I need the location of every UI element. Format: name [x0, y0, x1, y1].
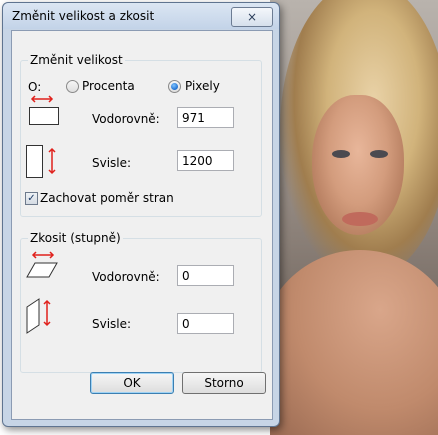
- skew-group: Zkosit (stupně) Vodorovně: Svisle:: [20, 231, 262, 373]
- radio-pixels-label[interactable]: Pixely: [185, 79, 220, 93]
- horizontal-resize-icon: [29, 95, 59, 125]
- photo-eye-left: [332, 150, 350, 158]
- resize-by-label: O:: [28, 80, 42, 94]
- close-button[interactable]: ×: [231, 7, 273, 27]
- vertical-skew-icon: [26, 298, 51, 334]
- horizontal-skew-icon: [26, 251, 58, 278]
- resize-skew-dialog: Změnit velikost a zkosit × Změnit veliko…: [2, 2, 280, 427]
- radio-percent-label[interactable]: Procenta: [82, 79, 135, 93]
- photo-lips: [342, 212, 378, 226]
- keep-aspect-checkbox[interactable]: ✓: [25, 192, 38, 205]
- resize-horizontal-input[interactable]: [177, 107, 234, 128]
- resize-vertical-label: Svisle:: [92, 156, 132, 170]
- title-bar[interactable]: Změnit velikost a zkosit ×: [3, 3, 279, 29]
- background-photo: [270, 0, 438, 435]
- keep-aspect-label[interactable]: Zachovat poměr stran: [40, 191, 174, 205]
- skew-group-label: Zkosit (stupně): [28, 231, 123, 245]
- dialog-client-area: Změnit velikost O: Procenta Pixely Vodor…: [11, 30, 273, 420]
- close-icon: ×: [246, 10, 258, 24]
- cancel-button-label: Storno: [204, 376, 244, 390]
- resize-vertical-input[interactable]: [177, 150, 234, 171]
- radio-pixels[interactable]: [168, 80, 181, 93]
- skew-horizontal-input[interactable]: [177, 265, 234, 286]
- cancel-button[interactable]: Storno: [182, 372, 266, 394]
- dialog-title: Změnit velikost a zkosit: [12, 9, 155, 23]
- photo-eye-right: [370, 150, 388, 158]
- skew-horizontal-label: Vodorovně:: [92, 270, 160, 284]
- resize-horizontal-label: Vodorovně:: [92, 112, 160, 126]
- ok-button-label: OK: [123, 376, 141, 390]
- photo-shoulder: [270, 250, 438, 435]
- vertical-resize-icon: [26, 145, 56, 178]
- resize-group-label: Změnit velikost: [28, 53, 125, 67]
- radio-percent[interactable]: [66, 80, 79, 93]
- skew-vertical-input[interactable]: [177, 313, 234, 334]
- ok-button[interactable]: OK: [90, 372, 174, 394]
- skew-vertical-label: Svisle:: [92, 317, 132, 331]
- resize-group: Změnit velikost O: Procenta Pixely Vodor…: [20, 53, 262, 217]
